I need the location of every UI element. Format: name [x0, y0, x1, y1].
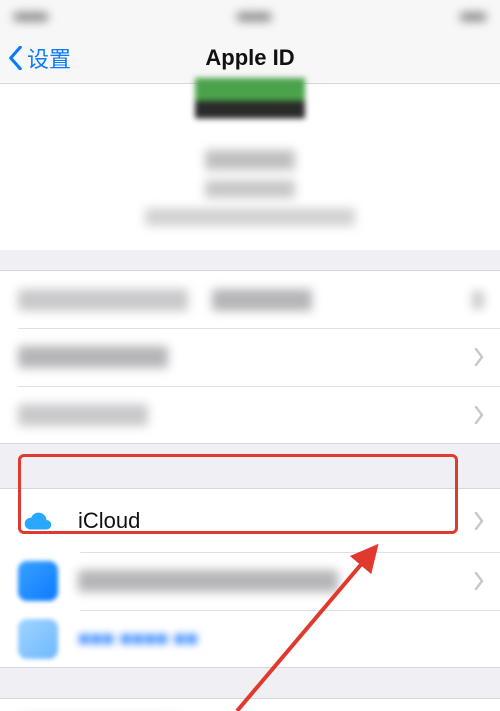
status-center: ■■■■ — [237, 8, 271, 24]
page-title: Apple ID — [0, 45, 500, 71]
section-gap — [0, 444, 500, 488]
icloud-icon — [18, 501, 58, 541]
profile-header — [0, 84, 500, 250]
bottom-row-1[interactable] — [0, 698, 500, 711]
account-details-group — [0, 270, 500, 444]
section-gap — [0, 668, 500, 698]
nav-bar: 设置 Apple ID — [0, 32, 500, 84]
bottom-group-partial — [0, 698, 500, 711]
back-label: 设置 — [27, 42, 71, 74]
profile-email-redacted — [145, 208, 355, 226]
section-gap — [0, 250, 500, 270]
row1-right-redacted — [472, 291, 484, 309]
status-left: ■■■■ — [14, 8, 48, 24]
services-group: iCloud ■■■ ■■■■ ■■ — [0, 488, 500, 668]
row3-label-redacted — [18, 404, 148, 426]
chevron-right-icon — [474, 406, 484, 424]
app-icon-redacted — [18, 561, 58, 601]
chevron-right-icon — [474, 572, 484, 590]
back-button[interactable]: 设置 — [0, 42, 71, 74]
service3-label-redacted: ■■■ ■■■■ ■■ — [78, 628, 198, 651]
icloud-row[interactable]: iCloud — [0, 488, 500, 552]
chevron-right-icon — [474, 512, 484, 530]
account-row-1[interactable] — [0, 270, 500, 328]
row1-value-redacted — [212, 289, 312, 311]
service-row-2[interactable] — [0, 552, 500, 610]
appleid-settings-screen: ■■■■ ■■■■ ■■■ 设置 Apple ID — [0, 0, 500, 711]
icloud-label: iCloud — [78, 508, 140, 534]
chevron-left-icon — [8, 46, 23, 70]
row2-label-redacted — [18, 346, 168, 368]
profile-name-redacted — [205, 150, 295, 170]
account-row-3[interactable] — [0, 386, 500, 444]
status-right: ■■■ — [461, 8, 486, 24]
chevron-right-icon — [474, 348, 484, 366]
row1-label-redacted — [18, 289, 188, 311]
service-row-3[interactable]: ■■■ ■■■■ ■■ — [0, 610, 500, 668]
account-row-2[interactable] — [0, 328, 500, 386]
status-bar: ■■■■ ■■■■ ■■■ — [0, 0, 500, 32]
service2-label-redacted — [78, 570, 338, 592]
avatar[interactable] — [195, 78, 305, 136]
app-icon-redacted — [18, 619, 58, 659]
profile-sub1-redacted — [205, 180, 295, 198]
